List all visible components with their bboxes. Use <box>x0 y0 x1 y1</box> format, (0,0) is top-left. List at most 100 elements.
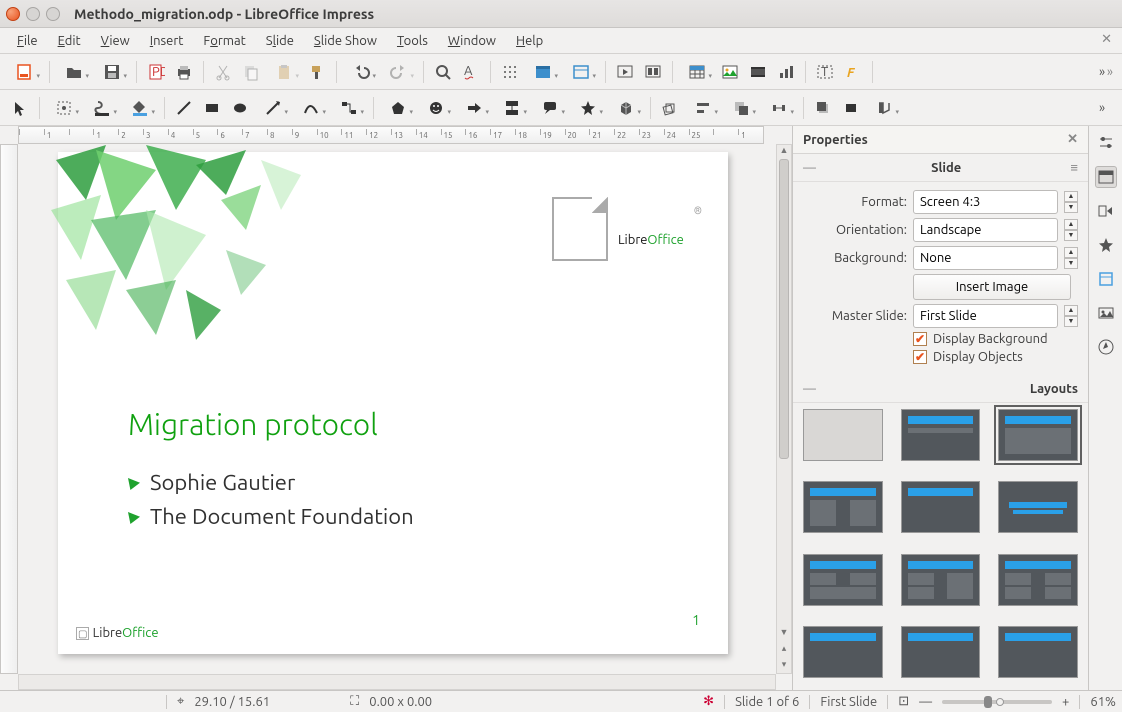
menu-insert[interactable]: Insert <box>141 31 193 51</box>
display-background-checkbox[interactable]: ✔Display Background <box>913 332 1078 346</box>
window-close-button[interactable] <box>6 7 20 21</box>
prev-slide-arrow[interactable]: ▴ <box>777 643 791 657</box>
layout-blank[interactable] <box>803 409 883 461</box>
distribute-icon[interactable] <box>762 96 796 120</box>
layout-4boxes[interactable] <box>998 554 1078 606</box>
current-slide[interactable]: LibreOffice ® Migration protocol Sophie … <box>58 152 728 654</box>
menu-file[interactable]: File <box>8 31 47 51</box>
slide-canvas[interactable]: LibreOffice ® Migration protocol Sophie … <box>18 144 776 674</box>
ellipse-icon[interactable] <box>228 96 252 120</box>
next-slide-arrow[interactable]: ▾ <box>777 659 791 673</box>
zoom-percent[interactable]: 61% <box>1090 695 1116 709</box>
spellcheck-icon[interactable]: A <box>459 60 483 84</box>
start-current-icon[interactable] <box>641 60 665 84</box>
layout-title[interactable] <box>901 409 981 461</box>
format-spin-up[interactable]: ▲ <box>1064 191 1078 202</box>
layout-extra3[interactable] <box>998 626 1078 678</box>
filter-icon[interactable] <box>867 96 901 120</box>
shadow-icon[interactable] <box>811 96 835 120</box>
zoom-in-button[interactable]: + <box>1062 695 1069 709</box>
3d-icon[interactable] <box>609 96 643 120</box>
clone-format-icon[interactable] <box>305 60 329 84</box>
layout-extra1[interactable] <box>803 626 883 678</box>
zoom-pan-icon[interactable] <box>47 96 81 120</box>
navigator-icon[interactable] <box>1095 336 1117 358</box>
zoom-slider[interactable] <box>942 700 1052 704</box>
orientation-select[interactable]: Landscape <box>913 218 1058 242</box>
layout-2x2[interactable] <box>803 554 883 606</box>
save-indicator-icon[interactable]: ✻ <box>703 694 714 709</box>
open-icon[interactable] <box>57 60 91 84</box>
menu-help[interactable]: Help <box>507 31 552 51</box>
insert-av-icon[interactable] <box>746 60 770 84</box>
connector-icon[interactable] <box>332 96 366 120</box>
layout-comparison[interactable] <box>901 554 981 606</box>
insert-table-icon[interactable] <box>680 60 714 84</box>
insert-chart-icon[interactable] <box>774 60 798 84</box>
section-menu-icon[interactable]: ≡ <box>1070 160 1078 175</box>
menu-window[interactable]: Window <box>439 31 505 51</box>
master-slides-icon[interactable] <box>1095 268 1117 290</box>
gallery-icon[interactable] <box>1095 302 1117 324</box>
symbol-shape-icon[interactable] <box>419 96 453 120</box>
slide-transition-icon[interactable] <box>1095 200 1117 222</box>
export-pdf-icon[interactable]: PDF <box>144 60 168 84</box>
layout-extra2[interactable] <box>901 626 981 678</box>
new-icon[interactable] <box>8 60 42 84</box>
curve-icon[interactable] <box>294 96 328 120</box>
master-slide-select[interactable]: First Slide <box>913 304 1058 328</box>
insert-textbox-icon[interactable]: T <box>813 60 837 84</box>
background-select[interactable]: None <box>913 246 1058 270</box>
document-close-button[interactable]: ✕ <box>1101 32 1112 47</box>
layout-centered[interactable] <box>998 481 1078 533</box>
rect-icon[interactable] <box>200 96 224 120</box>
format-spin-down[interactable]: ▼ <box>1064 202 1078 213</box>
line2-icon[interactable] <box>256 96 290 120</box>
fontwork-icon[interactable]: F <box>841 60 865 84</box>
vertical-scrollbar[interactable]: ▲ ▼ ▴ ▾ <box>776 144 792 674</box>
arrange-icon[interactable] <box>724 96 758 120</box>
menu-format[interactable]: Format <box>194 31 254 51</box>
drawing-toolbar-overflow-icon[interactable]: » <box>1090 96 1114 120</box>
window-minimize-button[interactable] <box>26 7 40 21</box>
layout-two-content[interactable] <box>803 481 883 533</box>
horizontal-scrollbar[interactable] <box>18 674 776 690</box>
select-icon[interactable] <box>8 96 32 120</box>
line1-icon[interactable] <box>172 96 196 120</box>
callout-icon[interactable] <box>533 96 567 120</box>
format-select[interactable]: Screen 4:3 <box>913 190 1058 214</box>
bullet-author[interactable]: Sophie Gautier <box>128 470 295 495</box>
horizontal-ruler[interactable]: 1123456789101112131415161718192021222324… <box>18 126 764 144</box>
undo-icon[interactable] <box>344 60 378 84</box>
arrow-shape-icon[interactable] <box>457 96 491 120</box>
rotate-icon[interactable] <box>658 96 682 120</box>
toolbar-expand-icon[interactable]: » <box>1107 65 1114 79</box>
sidebar-settings-icon[interactable] <box>1095 132 1117 154</box>
zoom-out-button[interactable]: — <box>919 695 932 709</box>
vertical-ruler[interactable] <box>0 144 18 674</box>
layout-title-only[interactable] <box>901 481 981 533</box>
flowchart-icon[interactable] <box>495 96 529 120</box>
view-outline-icon[interactable] <box>564 60 598 84</box>
insert-image-icon[interactable] <box>718 60 742 84</box>
scroll-thumb[interactable] <box>779 159 789 459</box>
copy-icon[interactable] <box>239 60 263 84</box>
save-icon[interactable] <box>95 60 129 84</box>
display-objects-checkbox[interactable]: ✔Display Objects <box>913 350 1078 364</box>
line-color-icon[interactable] <box>85 96 119 120</box>
view-normal-icon[interactable] <box>526 60 560 84</box>
bullet-org[interactable]: The Document Foundation <box>128 504 414 529</box>
redo-icon[interactable] <box>382 60 416 84</box>
scroll-down-arrow[interactable]: ▼ <box>777 627 791 641</box>
align-icon[interactable] <box>686 96 720 120</box>
fit-page-icon[interactable]: ⊡ <box>898 694 909 709</box>
basic-shape-icon[interactable] <box>381 96 415 120</box>
menu-tools[interactable]: Tools <box>388 31 437 51</box>
menu-slide[interactable]: Slide <box>257 31 303 51</box>
print-icon[interactable] <box>172 60 196 84</box>
panel-close-icon[interactable]: ✕ <box>1067 132 1078 147</box>
grid-icon[interactable] <box>498 60 522 84</box>
slide-section-header[interactable]: Slide ≡ <box>793 154 1088 182</box>
star-icon[interactable] <box>571 96 605 120</box>
scroll-up-arrow[interactable]: ▲ <box>777 145 791 159</box>
